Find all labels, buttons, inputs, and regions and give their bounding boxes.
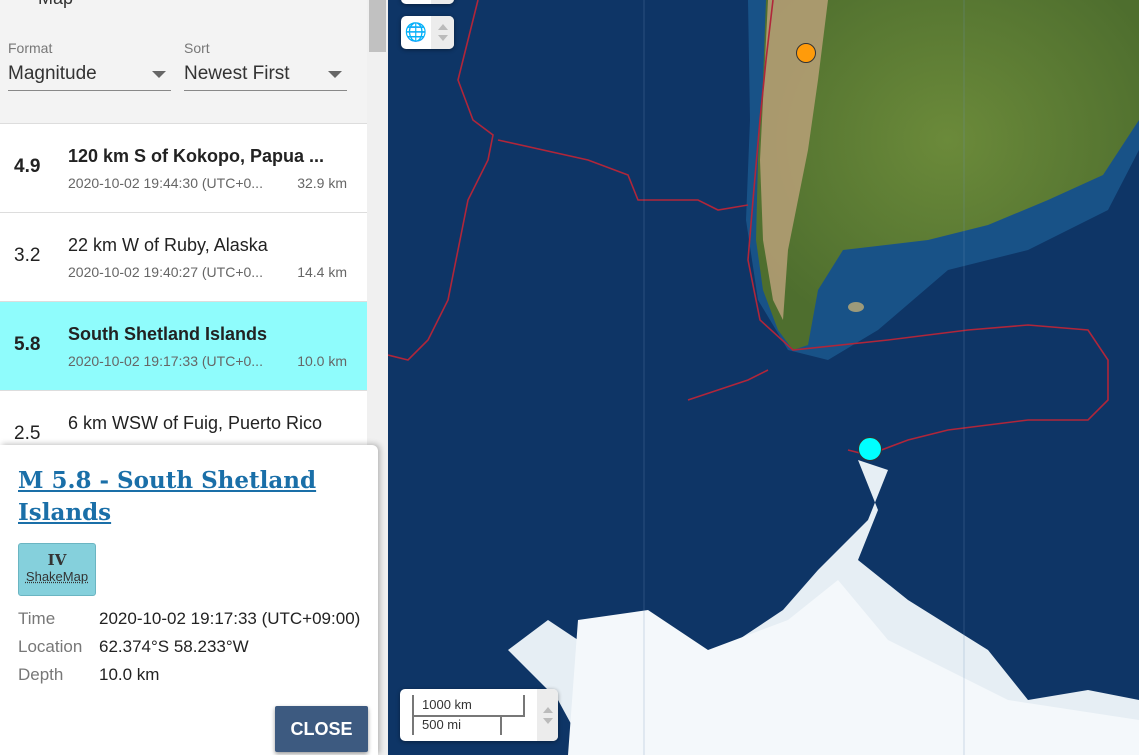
basemap-spinner[interactable]	[431, 16, 454, 49]
event-detail-title-link[interactable]: M 5.8 - South Shetland Islands	[18, 465, 348, 529]
event-title: 6 km WSW of Fuig, Puerto Rico	[68, 413, 323, 433]
sort-value: Newest First	[184, 63, 290, 84]
event-time: 2020-10-02 19:40:27 (UTC+0...	[68, 264, 263, 280]
detail-value: 10.0 km	[99, 665, 160, 684]
arrow-down-icon[interactable]	[542, 717, 553, 724]
earthquake-marker-orange[interactable]	[796, 43, 816, 63]
sidebar-scrollbar-thumb[interactable]	[369, 0, 386, 52]
arrow-down-icon[interactable]	[437, 35, 448, 41]
arrow-up-icon[interactable]	[542, 706, 553, 713]
close-button[interactable]: CLOSE	[275, 706, 368, 752]
detail-value: 2020-10-02 19:17:33 (UTC+09:00)	[99, 609, 361, 628]
shakemap-intensity: IV	[47, 551, 67, 569]
globe-icon[interactable]: 🌐	[401, 16, 431, 49]
basemap-control[interactable]: 🌐	[401, 16, 454, 49]
layers-icon[interactable]	[401, 0, 431, 4]
detail-key: Location	[18, 637, 83, 656]
shakemap-badge[interactable]: IV ShakeMap	[18, 543, 96, 596]
scale-spinner[interactable]	[537, 689, 558, 741]
scale-mi-label: 500 mi	[422, 717, 462, 732]
scale-km-label: 1000 km	[422, 697, 472, 712]
arrow-up-icon[interactable]	[437, 24, 448, 30]
scale-bar: 1000 km 500 mi	[400, 689, 537, 741]
event-magnitude: 5.8	[14, 334, 41, 355]
map-canvas	[388, 0, 1139, 755]
event-time: 2020-10-02 19:17:33 (UTC+0...	[68, 353, 263, 369]
event-list-item[interactable]: 5.8 South Shetland Islands 2020-10-02 19…	[0, 301, 367, 390]
map-view[interactable]: 🌐 1000 km 500 mi	[388, 0, 1139, 755]
event-time: 2020-10-02 19:44:30 (UTC+0...	[68, 175, 263, 191]
sort-select[interactable]: Sort Newest First	[184, 40, 347, 91]
app-root: Map Format Magnitude Sort Newest First 4…	[0, 0, 1139, 755]
detail-key: Time	[18, 609, 56, 628]
format-label: Format	[8, 40, 53, 56]
detail-value: 62.374°S 58.233°W	[99, 637, 249, 656]
event-depth: 10.0 km	[297, 353, 347, 369]
event-title: South Shetland Islands	[68, 324, 268, 344]
shakemap-link[interactable]: ShakeMap	[19, 569, 95, 584]
format-value: Magnitude	[8, 63, 97, 84]
format-select[interactable]: Format Magnitude	[8, 40, 171, 91]
event-list: 4.9 120 km S of Kokopo, Papua ... 2020-1…	[0, 123, 367, 479]
detail-row-time: Time 2020-10-02 19:17:33 (UTC+09:00)	[18, 609, 360, 637]
event-list-item[interactable]: 3.2 22 km W of Ruby, Alaska 2020-10-02 1…	[0, 212, 367, 301]
event-title: 120 km S of Kokopo, Papua ...	[68, 146, 325, 166]
detail-row-location: Location 62.374°S 58.233°W	[18, 637, 360, 665]
chevron-down-icon	[152, 70, 166, 78]
event-title: 22 km W of Ruby, Alaska	[68, 235, 268, 255]
event-list-item[interactable]: 4.9 120 km S of Kokopo, Papua ... 2020-1…	[0, 123, 367, 212]
detail-row-depth: Depth 10.0 km	[18, 665, 360, 693]
chevron-down-icon	[328, 70, 342, 78]
event-magnitude: 4.9	[14, 156, 41, 177]
detail-key: Depth	[18, 665, 64, 684]
sort-label: Sort	[184, 40, 210, 56]
event-details: Time 2020-10-02 19:17:33 (UTC+09:00) Loc…	[18, 609, 360, 693]
event-depth: 32.9 km	[297, 175, 347, 191]
map-control-top[interactable]	[401, 0, 454, 4]
event-depth: 14.4 km	[297, 264, 347, 280]
event-magnitude: 3.2	[14, 245, 41, 266]
scale-control: 1000 km 500 mi	[400, 689, 558, 741]
event-detail-popup: M 5.8 - South Shetland Islands IV ShakeM…	[0, 445, 378, 755]
map-toggle-label[interactable]: Map	[38, 0, 73, 9]
falkland-islands	[848, 302, 864, 312]
earthquake-marker-selected[interactable]	[858, 437, 882, 461]
event-magnitude: 2.5	[14, 423, 41, 444]
